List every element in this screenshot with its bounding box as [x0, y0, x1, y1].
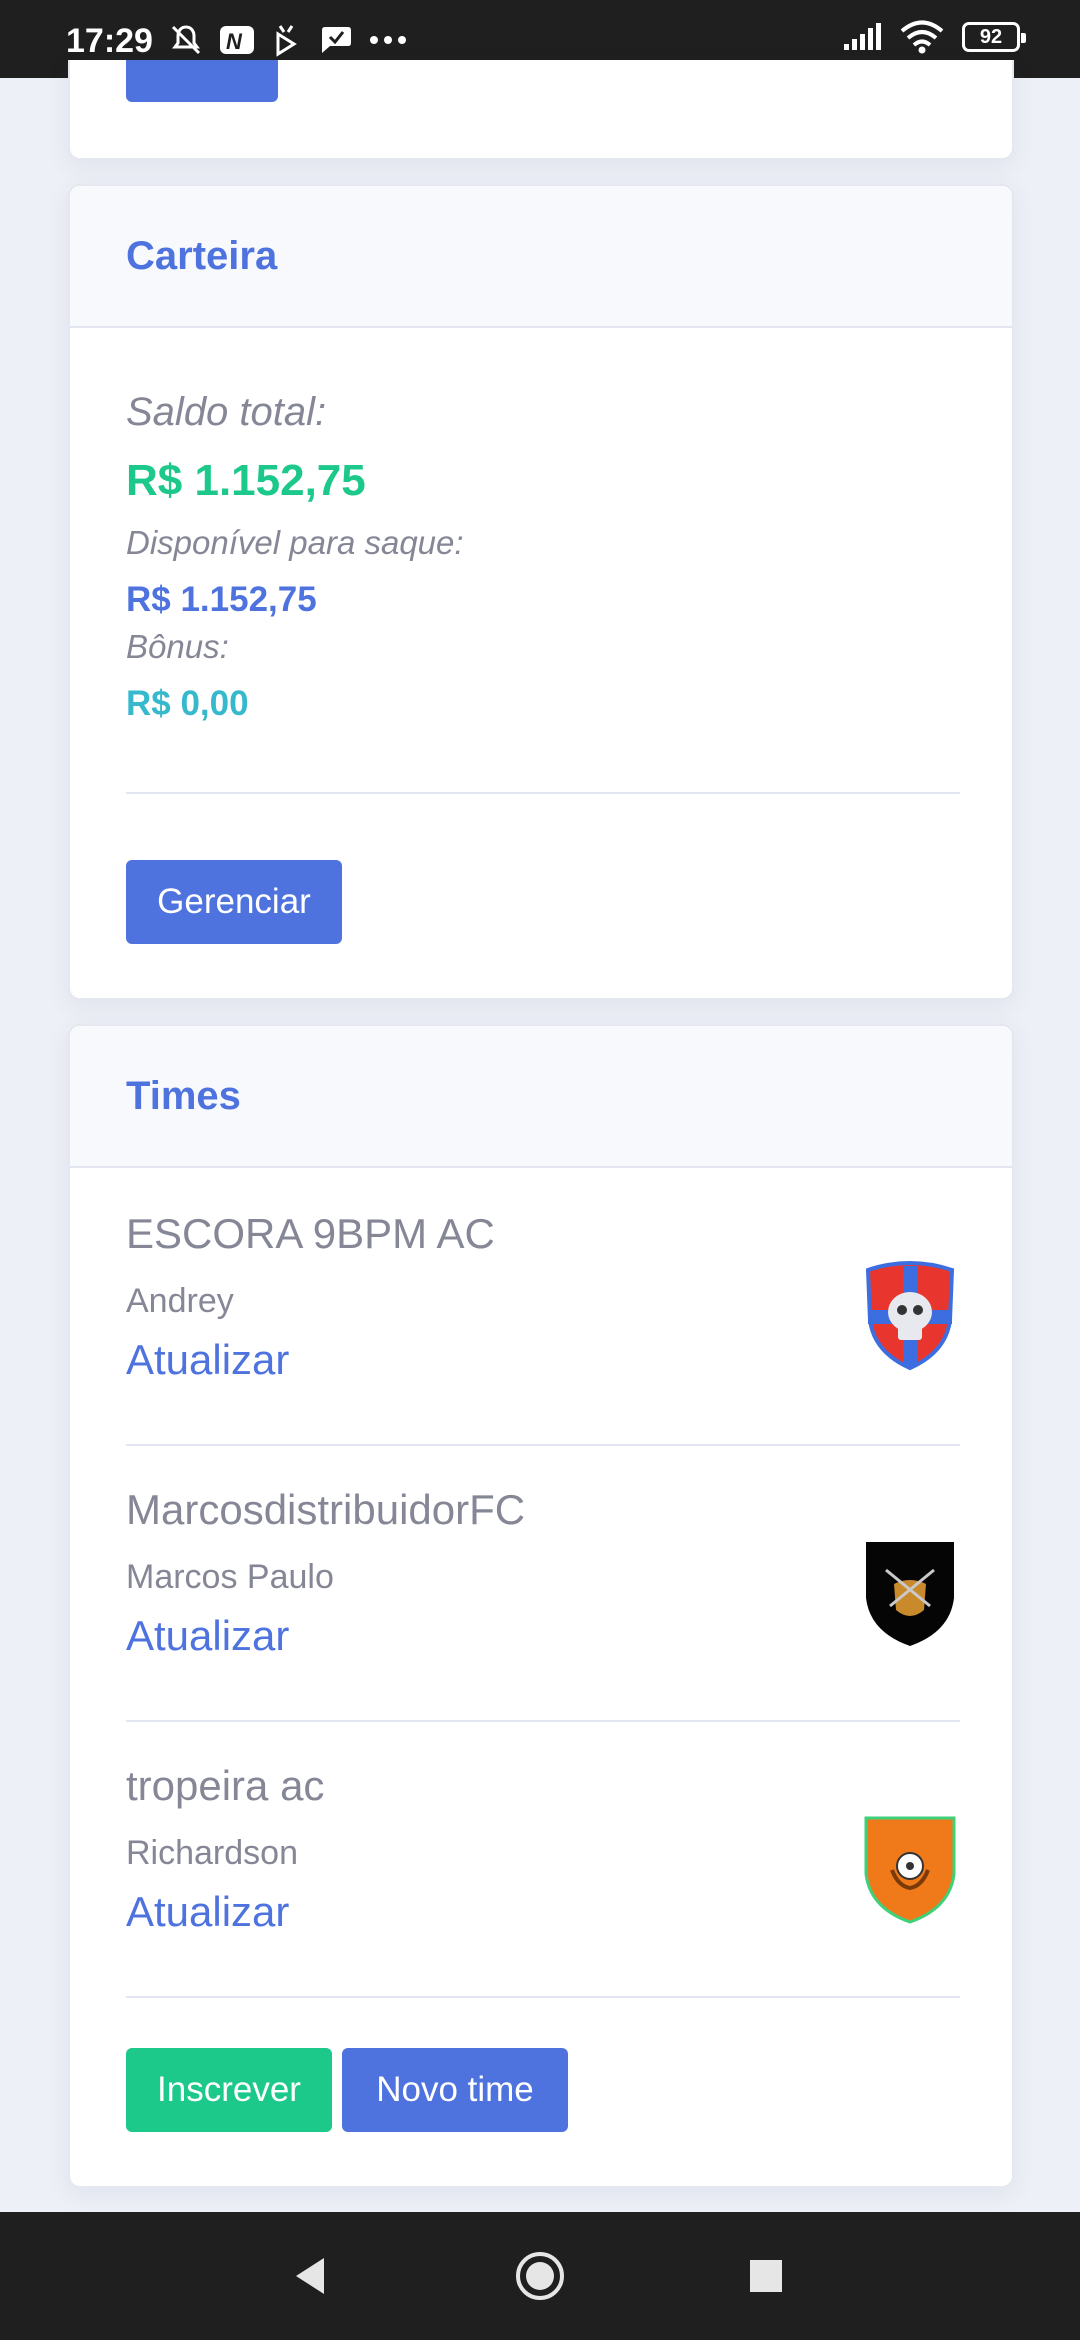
- previous-card-button[interactable]: [126, 60, 278, 102]
- team-update-link[interactable]: Atualizar: [126, 1336, 289, 1384]
- system-icons: 92: [842, 20, 1026, 54]
- notification-icons: N: [168, 22, 408, 58]
- swords-shield-icon: [866, 1542, 954, 1646]
- teams-card-title: Times: [70, 1026, 1012, 1168]
- new-team-button[interactable]: Novo time: [342, 2048, 568, 2132]
- team-update-link[interactable]: Atualizar: [126, 1888, 289, 1936]
- wallet-card: Carteira Saldo total: R$ 1.152,75 Dispon…: [68, 184, 1014, 1000]
- bonus-value: R$ 0,00: [126, 684, 249, 723]
- bonus-label: Bônus:: [126, 628, 229, 665]
- ball-shield-icon: [864, 1816, 956, 1924]
- skull-shield-icon: [865, 1261, 955, 1371]
- available-balance-value: R$ 1.152,75: [126, 580, 317, 619]
- total-balance-label: Saldo total:: [126, 390, 327, 434]
- team-owner: Marcos Paulo: [126, 1558, 334, 1596]
- wifi-icon: [900, 20, 944, 54]
- chat-heart-icon: [322, 27, 351, 53]
- team-update-link[interactable]: Atualizar: [126, 1612, 289, 1660]
- navigation-bar: [0, 2212, 1080, 2340]
- team-name: ESCORA 9BPM AC: [126, 1210, 495, 1257]
- wallet-card-title: Carteira: [70, 186, 1012, 328]
- teams-card: Times ESCORA 9BPM AC Andrey Atualizar Ma…: [68, 1024, 1014, 2188]
- nu-app-icon: N: [220, 26, 254, 54]
- signal-icon: [844, 23, 881, 50]
- team-item: tropeira ac Richardson Atualizar: [126, 1720, 960, 1996]
- available-balance-label: Disponível para saque:: [126, 524, 464, 561]
- team-owner: Andrey: [126, 1282, 234, 1320]
- mute-icon: [171, 25, 201, 55]
- total-balance-value: R$ 1.152,75: [126, 456, 366, 505]
- team-item: MarcosdistribuidorFC Marcos Paulo Atuali…: [126, 1444, 960, 1720]
- team-item: ESCORA 9BPM AC Andrey Atualizar: [126, 1168, 960, 1444]
- more-icon: [370, 36, 406, 44]
- manage-button[interactable]: Gerenciar: [126, 860, 342, 944]
- home-icon[interactable]: [514, 2250, 566, 2302]
- subscribe-button[interactable]: Inscrever: [126, 2048, 332, 2132]
- recents-icon[interactable]: [740, 2250, 792, 2302]
- team-owner: Richardson: [126, 1834, 298, 1872]
- team-divider: [126, 1996, 960, 1998]
- tv-icon: [276, 25, 297, 57]
- team-name: tropeira ac: [126, 1762, 325, 1809]
- team-name: MarcosdistribuidorFC: [126, 1486, 526, 1533]
- wallet-divider: [126, 792, 960, 794]
- previous-card: [68, 60, 1014, 160]
- battery-icon: 92: [962, 22, 1026, 52]
- back-icon[interactable]: [286, 2250, 338, 2302]
- svg-text:N: N: [226, 29, 243, 54]
- status-time: 17:29: [66, 22, 153, 60]
